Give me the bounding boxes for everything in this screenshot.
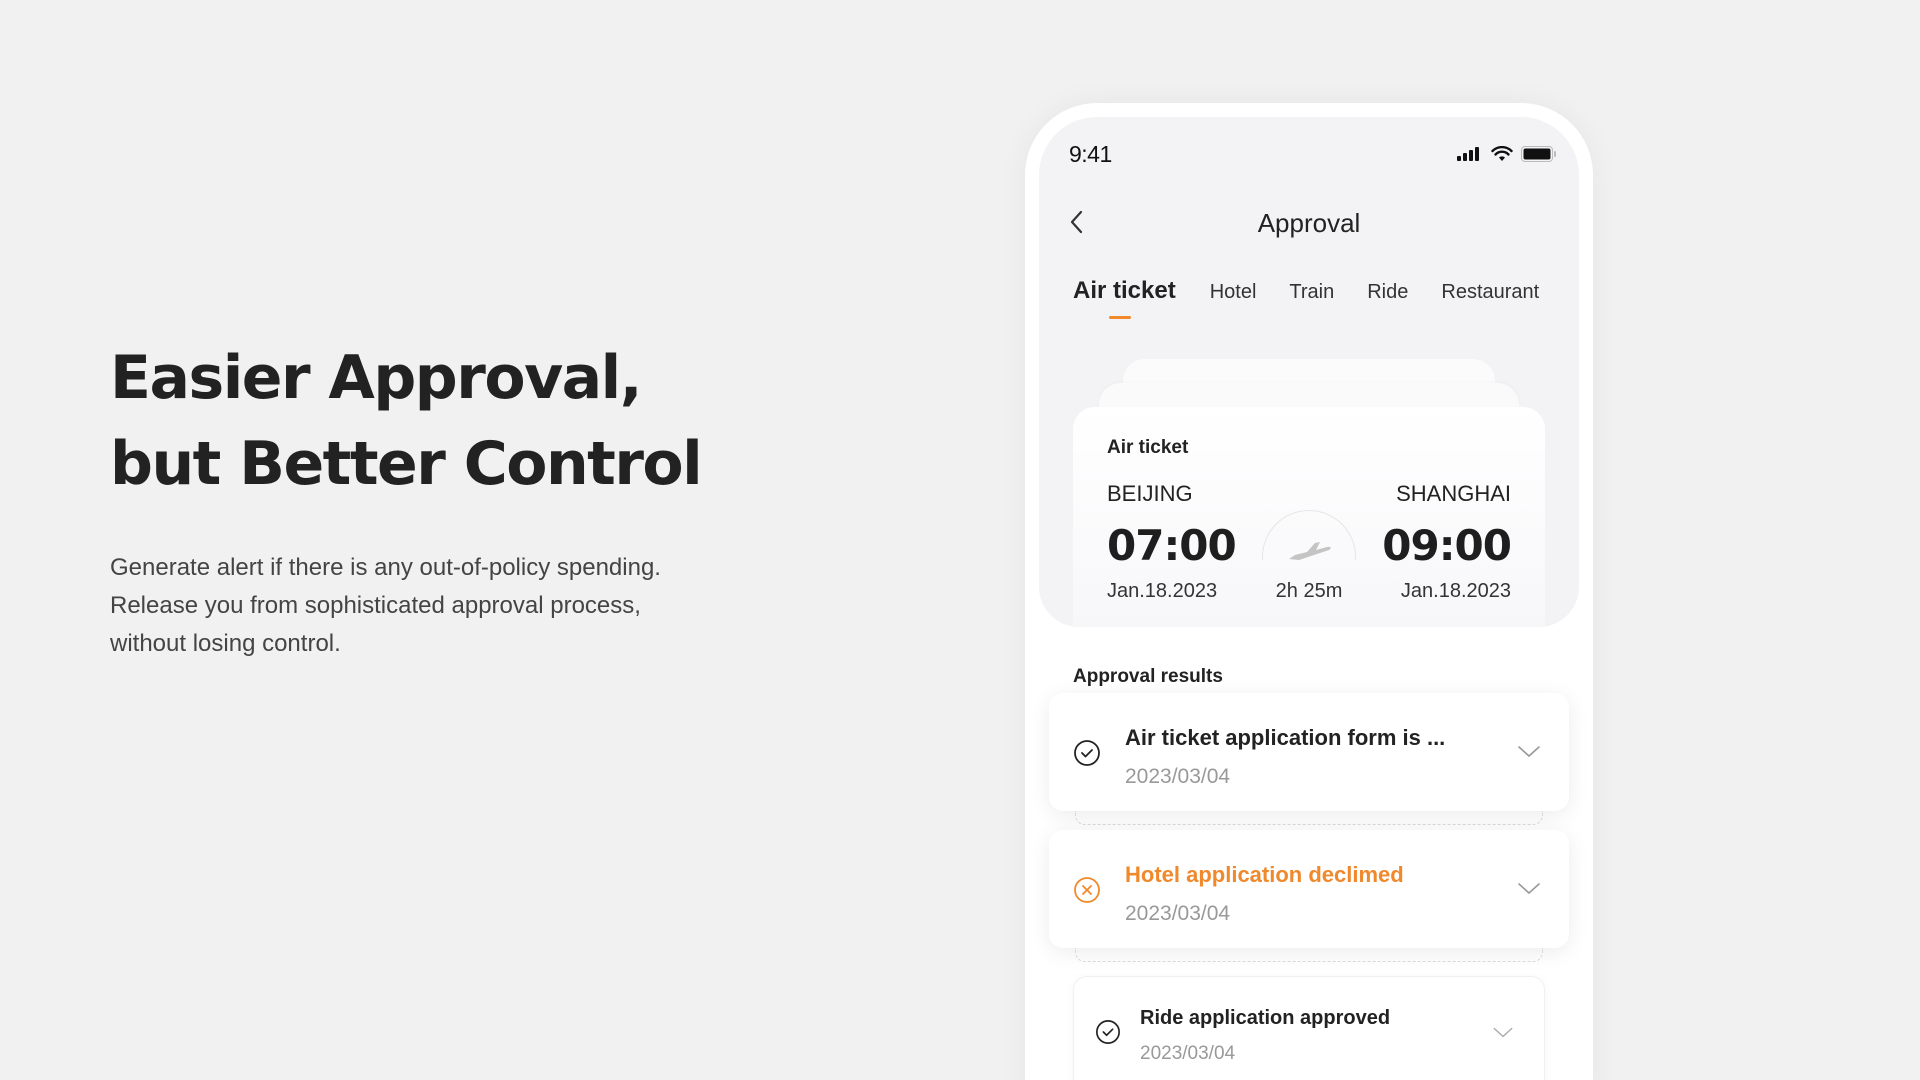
airplane-icon	[1289, 542, 1331, 560]
tab-hotel[interactable]: Hotel	[1210, 281, 1257, 304]
hero-description: Generate alert if there is any out-of-po…	[110, 549, 750, 663]
ticket-label: Air ticket	[1107, 437, 1189, 458]
card-dashed-edge	[1075, 811, 1543, 825]
hero-description-line2: Release you from sophisticated approval …	[110, 592, 641, 619]
check-circle-icon	[1074, 740, 1100, 766]
status-bar: 9:41	[1069, 139, 1557, 169]
result-date: 2023/03/04	[1125, 902, 1231, 925]
approval-results-title: Approval results	[1073, 666, 1223, 687]
wifi-icon	[1491, 146, 1513, 161]
ticket-card[interactable]: Air ticket BEIJING SHANGHAI 07:00 09:00 …	[1073, 407, 1545, 627]
status-time: 9:41	[1069, 140, 1112, 167]
hero-title-line2: but Better Control	[110, 429, 703, 499]
flight-duration: 2h 25m	[1275, 580, 1343, 602]
check-circle-icon	[1096, 1020, 1120, 1044]
signal-icon	[1457, 147, 1479, 161]
hero-title: Easier Approval, but Better Control	[110, 335, 750, 507]
navbar: Approval	[1039, 202, 1579, 242]
result-date: 2023/03/04	[1140, 1043, 1236, 1064]
result-item[interactable]: Air ticket application form is ... 2023/…	[1049, 693, 1569, 825]
hero-section: Easier Approval, but Better Control Gene…	[110, 335, 750, 663]
category-tabs: Air ticket Hotel Train Ride Restaurant	[1073, 277, 1539, 319]
hero-description-line1: Generate alert if there is any out-of-po…	[110, 554, 661, 581]
hero-description-line3: without losing control.	[110, 630, 341, 657]
tab-restaurant[interactable]: Restaurant	[1441, 281, 1539, 304]
tab-train[interactable]: Train	[1289, 281, 1334, 304]
status-icons	[1457, 146, 1557, 162]
result-title: Ride application approved	[1140, 1007, 1391, 1029]
screen-header-area: 9:41 Approval Air ticket Hotel Train Rid…	[1039, 117, 1579, 627]
result-item[interactable]: Hotel application declimed 2023/03/04	[1049, 830, 1569, 962]
arrive-time: 09:00	[1382, 521, 1512, 570]
page-title: Approval	[1257, 208, 1361, 238]
chevron-down-icon[interactable]	[1517, 880, 1541, 896]
to-city: SHANGHAI	[1396, 481, 1511, 506]
result-item[interactable]: Ride application approved 2023/03/04	[1073, 976, 1545, 1080]
x-circle-icon	[1074, 877, 1100, 903]
phone-mockup: 9:41 Approval Air ticket Hotel Train Rid…	[1025, 103, 1593, 1080]
result-title: Hotel application declimed	[1125, 862, 1404, 887]
card-dashed-edge	[1075, 948, 1543, 962]
ticket-cities: BEIJING SHANGHAI	[1107, 481, 1511, 507]
from-city: BEIJING	[1107, 481, 1193, 506]
tab-air-ticket[interactable]: Air ticket	[1073, 277, 1176, 319]
hero-title-line1: Easier Approval,	[110, 343, 643, 413]
battery-icon	[1521, 146, 1556, 162]
depart-time: 07:00	[1107, 521, 1237, 570]
tab-ride[interactable]: Ride	[1367, 281, 1408, 304]
chevron-down-icon[interactable]	[1517, 743, 1541, 759]
chevron-down-icon[interactable]	[1492, 1025, 1514, 1039]
result-date: 2023/03/04	[1125, 765, 1231, 788]
result-title: Air ticket application form is ...	[1125, 725, 1446, 750]
